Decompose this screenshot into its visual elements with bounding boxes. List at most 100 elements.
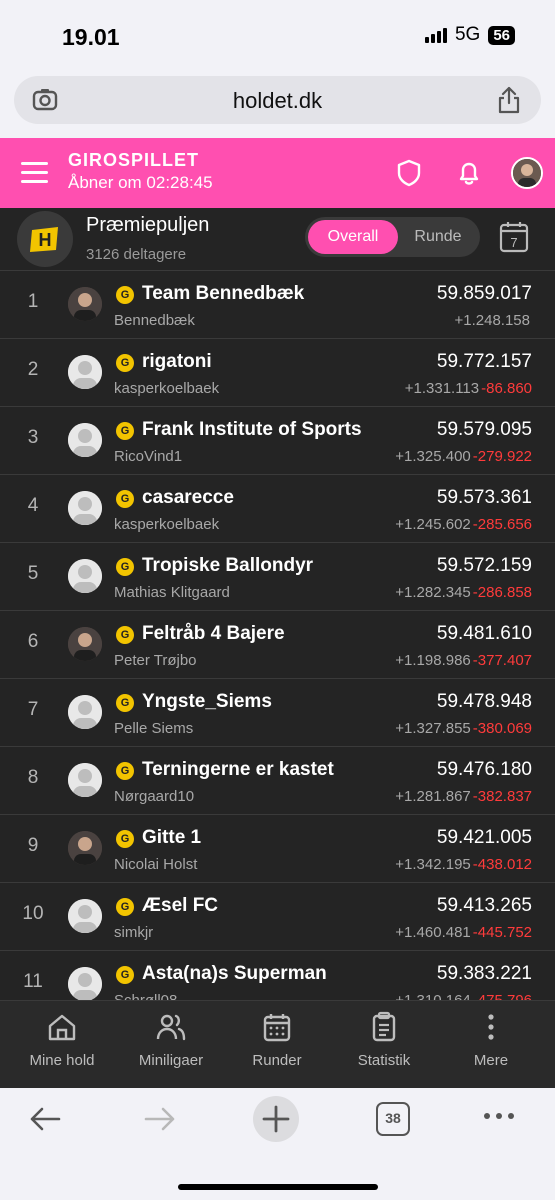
status-indicators: 5G 56 <box>424 24 515 46</box>
nav-statistik[interactable]: Statistik <box>334 1011 434 1069</box>
team-value: 59.573.361 <box>436 487 532 508</box>
leaderboard-row[interactable]: 1 G Team Bennedbæk Bennedbæk 59.859.017 +1.24… <box>0 270 555 338</box>
team-name[interactable]: casarecce <box>142 487 234 509</box>
view-toggle: Overall Runde <box>305 217 480 257</box>
coin-icon: G <box>116 898 134 916</box>
team-value: 59.481.610 <box>436 623 532 644</box>
rank: 2 <box>27 359 39 380</box>
rank: 8 <box>27 767 39 788</box>
tab-runde[interactable]: Runde <box>398 220 478 254</box>
avatar <box>68 423 102 457</box>
leaderboard-row[interactable]: 2 Grigatoni kasperkoelbaek 59.772.157 +1.331… <box>0 338 555 406</box>
value-changes: +1.281.867 -382.837 <box>395 788 532 805</box>
address-bar[interactable]: holdet.dk <box>14 76 541 124</box>
avatar <box>68 899 102 933</box>
coin-icon: G <box>116 762 134 780</box>
app-title: GIROSPILLET <box>68 150 200 170</box>
nav-miniligaer[interactable]: Miniligaer <box>121 1011 221 1069</box>
owner-name: kasperkoelbaek <box>114 516 220 533</box>
avatar <box>68 695 102 729</box>
team-name[interactable]: rigatoni <box>142 351 212 373</box>
forward-icon[interactable] <box>142 1104 178 1134</box>
loss-value: -285.656 <box>472 516 532 533</box>
leaderboard-row[interactable]: 9 G Gitte 1 Nicolai Holst 59.421.005 +1.342.1… <box>0 814 555 882</box>
owner-name: simkjr <box>114 924 154 941</box>
battery-icon: 56 <box>488 25 515 45</box>
avatar <box>68 355 102 389</box>
loss-value: -377.407 <box>472 652 532 669</box>
value-changes: +1.327.855 -380.069 <box>395 720 532 737</box>
gain-value: +1.460.481 <box>395 924 471 941</box>
owner-name: Nørgaard10 <box>114 788 195 805</box>
avatar <box>68 831 102 865</box>
app-header: GIROSPILLET Åbner om 02:28:45 <box>0 138 555 208</box>
back-icon[interactable] <box>27 1104 63 1134</box>
coin-icon: G <box>116 626 134 644</box>
rank: 3 <box>27 427 39 448</box>
leaderboard-row[interactable]: 8 G Terningerne er kastet Nørgaard10 59.476.… <box>0 746 555 814</box>
new-tab-button[interactable] <box>253 1096 299 1142</box>
gain-value: +1.342.195 <box>395 856 471 873</box>
team-name[interactable]: Tropiske Ballondyr <box>142 555 313 577</box>
status-time: 19.01 <box>62 24 120 50</box>
rank: 1 <box>27 291 39 312</box>
profile-avatar[interactable] <box>511 157 543 189</box>
value-changes: +1.310.164-475.796 <box>395 992 532 1000</box>
nav-label: Miniligaer <box>138 1052 204 1069</box>
nav-label: Mere <box>473 1052 509 1069</box>
coin-icon: G <box>116 286 134 304</box>
owner-name: Pelle Siems <box>114 720 194 737</box>
calendar-icon[interactable]: 7 <box>498 220 530 254</box>
url-text: holdet.dk <box>232 88 323 113</box>
nav-mere[interactable]: Mere <box>441 1011 541 1069</box>
value-changes: +1.331.113 -86.860 <box>405 380 532 397</box>
leaderboard-row[interactable]: 10 G Æsel FC simkjr 59.413.265 +1.460.481 -445… <box>0 882 555 950</box>
tab-overall[interactable]: Overall <box>308 220 398 254</box>
rank: 10 <box>22 903 44 924</box>
nav-label: Mine hold <box>29 1052 95 1069</box>
leaderboard-row[interactable]: 3 G Frank Institute of Sports RicoVind1 59.5… <box>0 406 555 474</box>
nav-label: Statistik <box>357 1052 411 1069</box>
owner-name: RicoVind1 <box>114 448 183 465</box>
avatar <box>68 287 102 321</box>
countdown-text: Åbner om 02:28:45 <box>68 173 213 192</box>
leaderboard-row[interactable]: 6 G Feltråb 4 Bajere Peter Trøjbo 59.481.610… <box>0 610 555 678</box>
value-changes: +1.245.602 -285.656 <box>395 516 532 533</box>
home-icon <box>48 1014 76 1041</box>
team-name[interactable]: Gitte 1 <box>142 827 201 849</box>
leaderboard-row[interactable]: 5 G Tropiske Ballondyr Mathias Klitgaard 59.… <box>0 542 555 610</box>
nav-mine-hold[interactable]: Mine hold <box>12 1011 112 1069</box>
leaderboard-row[interactable]: 11 G Asta(na)s Superman Schrøll08 59.383.221… <box>0 950 555 1000</box>
coin-icon: G <box>116 966 134 984</box>
team-value: 59.478.948 <box>436 691 532 712</box>
tabs-count-button[interactable]: 38 <box>376 1102 410 1136</box>
leaderboard: H Præmiepuljen 3126 deltagere Overall Ru… <box>0 208 555 1000</box>
nav-runder[interactable]: Runder <box>227 1011 327 1069</box>
more-horizontal-icon[interactable] <box>482 1110 516 1122</box>
value-changes: +1.198.986 -377.407 <box>395 652 532 669</box>
team-name[interactable]: Team Bennedbæk <box>142 283 304 305</box>
browser-url-area: holdet.dk <box>0 72 555 138</box>
owner-name: Nicolai Holst <box>114 856 198 873</box>
avatar <box>68 763 102 797</box>
share-icon[interactable] <box>497 86 521 114</box>
coin-icon: G <box>116 558 134 576</box>
team-name[interactable]: Terningerne er kastet <box>142 759 334 781</box>
gain-value: +1.310.164 <box>395 992 471 1000</box>
owner-name: Peter Trøjbo <box>114 652 197 669</box>
shield-icon[interactable] <box>394 158 424 188</box>
team-name[interactable]: Yngste_Siems <box>142 691 272 713</box>
gain-value: +1.198.986 <box>395 652 471 669</box>
team-value: 59.476.180 <box>436 759 532 780</box>
menu-icon[interactable] <box>21 162 48 184</box>
team-name[interactable]: Frank Institute of Sports <box>142 419 362 441</box>
leaderboard-row[interactable]: 4 Gcasarecce kasperkoelbaek 59.573.361 +1.24… <box>0 474 555 542</box>
gain-value: +1.325.400 <box>395 448 471 465</box>
team-name[interactable]: Æsel FC <box>142 895 218 917</box>
leaderboard-row[interactable]: 7 G Yngste_Siems Pelle Siems 59.478.948 +1.32… <box>0 678 555 746</box>
pool-header: H Præmiepuljen 3126 deltagere Overall Ru… <box>0 208 555 270</box>
bell-icon[interactable] <box>454 158 484 188</box>
team-name[interactable]: Feltråb 4 Bajere <box>142 623 285 645</box>
avatar <box>68 559 102 593</box>
team-name[interactable]: Asta(na)s Superman <box>142 963 327 985</box>
